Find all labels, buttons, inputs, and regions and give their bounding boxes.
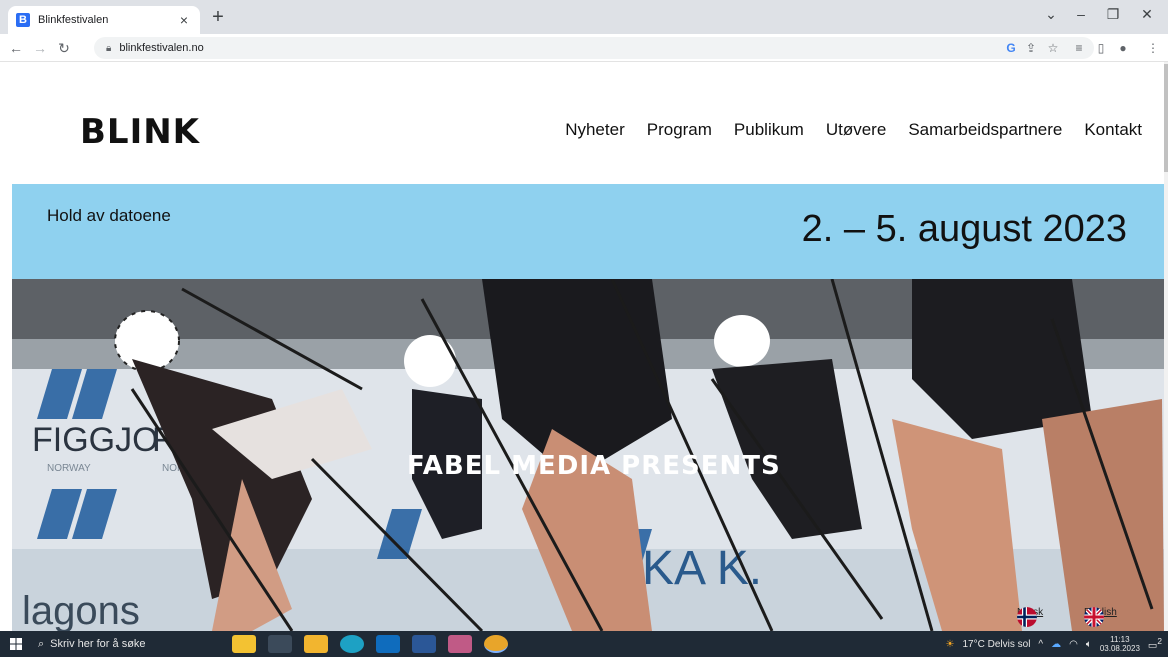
edge-browser-icon[interactable] <box>340 635 364 653</box>
clock-date: 03.08.2023 <box>1099 644 1140 653</box>
chrome-browser-icon[interactable] <box>484 635 508 653</box>
date-banner: Hold av datoene 2. – 5. august 2023 <box>12 184 1164 279</box>
nav-item-kontakt[interactable]: Kontakt <box>1084 120 1142 140</box>
reload-icon[interactable]: ↻ <box>54 38 74 58</box>
profile-avatar-icon[interactable]: ● <box>1114 39 1132 57</box>
svg-text:lagons: lagons <box>22 589 140 631</box>
minimize-button[interactable]: – <box>1066 4 1096 24</box>
windows-taskbar: ⌕ Skriv her for å søke ☀ 17°C Delvis sol… <box>0 631 1168 657</box>
main-nav: Nyheter Program Publikum Utøvere Samarbe… <box>565 120 1142 140</box>
taskbar-search-placeholder: Skriv her for å søke <box>50 638 146 650</box>
notification-icon[interactable]: ▭2 <box>1148 636 1162 651</box>
browser-tabbar: B Blinkfestivalen × + ⌄ – ❐ ✕ <box>0 0 1168 34</box>
side-panel-icon[interactable]: ▯ <box>1092 39 1110 57</box>
site-header: BLINK Nyheter Program Publikum Utøvere S… <box>12 62 1164 184</box>
forward-arrow-icon[interactable]: → <box>30 38 50 58</box>
nav-item-nyheter[interactable]: Nyheter <box>565 120 625 140</box>
uk-flag-icon <box>1084 607 1104 627</box>
maximize-button[interactable]: ❐ <box>1098 4 1128 24</box>
close-window-button[interactable]: ✕ <box>1132 4 1162 24</box>
browser-tab[interactable]: B Blinkfestivalen × <box>8 6 200 34</box>
reading-list-icon[interactable]: ≡ <box>1070 39 1088 57</box>
taskbar-clock[interactable]: 11:13 03.08.2023 <box>1100 635 1140 653</box>
url-text: blinkfestivalen.no <box>119 42 204 54</box>
norway-flag-icon <box>1017 607 1037 627</box>
weather-icon: ☀ <box>945 638 955 650</box>
lock-icon: 🔒︎ <box>106 42 112 54</box>
festival-dates: 2. – 5. august 2023 <box>801 208 1127 250</box>
site-favicon: B <box>16 13 30 27</box>
hero-video[interactable]: FIGGJO FIGGJO NORWAY NORWAY KA K. lagons <box>12 279 1164 631</box>
tab-search-icon[interactable]: ⌄ <box>1036 4 1066 24</box>
search-icon: ⌕ <box>38 637 45 650</box>
share-icon[interactable]: ⇪ <box>1022 39 1040 57</box>
system-tray: ☀ 17°C Delvis sol ^ ☁ ◠ 🔈︎ 11:13 03.08.2… <box>946 631 1168 657</box>
nav-item-samarbeidspartnere[interactable]: Samarbeidspartnere <box>908 120 1062 140</box>
onedrive-icon[interactable]: ☁ <box>1051 639 1061 650</box>
weather-text[interactable]: 17°C Delvis sol <box>963 639 1031 650</box>
new-tab-button[interactable]: + <box>206 5 230 29</box>
nav-item-publikum[interactable]: Publikum <box>734 120 804 140</box>
address-toolbar: ← → ↻ 🔒︎ blinkfestivalen.no G ⇪ ☆ ≡ ▯ ● … <box>0 34 1168 62</box>
tray-chevron-icon[interactable]: ^ <box>1038 639 1043 650</box>
svg-text:FIGGJO: FIGGJO <box>32 421 159 459</box>
file-explorer-icon[interactable] <box>304 635 328 653</box>
start-button[interactable] <box>0 631 32 657</box>
nav-item-program[interactable]: Program <box>647 120 712 140</box>
back-arrow-icon[interactable]: ← <box>6 38 26 58</box>
nav-item-utovere[interactable]: Utøvere <box>826 120 886 140</box>
page-scrollbar-thumb[interactable] <box>1164 64 1168 172</box>
outlook-icon[interactable] <box>376 635 400 653</box>
site-logo[interactable]: BLINK <box>80 112 200 152</box>
windows-logo-icon <box>10 638 22 650</box>
task-view-icon[interactable] <box>268 635 292 653</box>
save-the-date-label: Hold av datoene <box>47 206 171 225</box>
volume-icon[interactable]: 🔈︎ <box>1086 639 1092 650</box>
close-tab-icon[interactable]: × <box>176 12 192 28</box>
hero-overlay-text: FABEL MEDIA PRESENTS <box>407 451 781 481</box>
language-english[interactable]: English <box>1084 607 1117 627</box>
bookmark-star-icon[interactable]: ☆ <box>1044 39 1062 57</box>
notification-count: 2 <box>1157 636 1162 647</box>
paint-app-icon[interactable] <box>448 635 472 653</box>
widgets-app-icon[interactable] <box>232 635 256 653</box>
word-icon[interactable] <box>412 635 436 653</box>
language-norsk[interactable]: Norsk <box>1017 607 1043 627</box>
menu-kebab-icon[interactable]: ⋮ <box>1144 39 1162 57</box>
tab-title: Blinkfestivalen <box>38 14 109 26</box>
url-bar[interactable]: 🔒︎ blinkfestivalen.no <box>94 37 1094 59</box>
taskbar-search[interactable]: ⌕ Skriv her for å søke <box>32 633 192 655</box>
clock-time: 11:13 <box>1110 635 1130 644</box>
svg-text:NORWAY: NORWAY <box>47 463 91 474</box>
wifi-icon[interactable]: ◠ <box>1069 639 1078 650</box>
google-translate-icon[interactable]: G <box>1002 39 1020 57</box>
